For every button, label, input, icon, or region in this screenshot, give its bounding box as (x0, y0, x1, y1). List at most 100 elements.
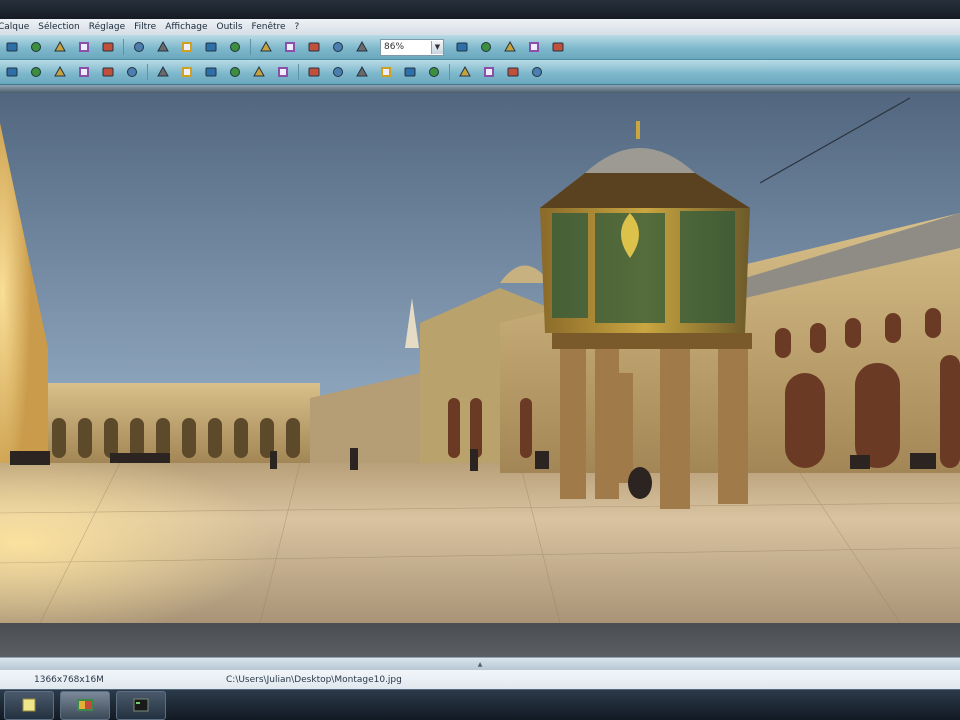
eyedropper-button[interactable] (252, 65, 266, 79)
terminal-app-icon (133, 698, 149, 712)
select-tool-button[interactable] (5, 65, 19, 79)
transform-button[interactable] (180, 65, 194, 79)
magic-wand-button[interactable] (53, 65, 67, 79)
clone-button[interactable] (204, 65, 218, 79)
magic-wand-icon (54, 66, 66, 77)
text-button[interactable] (228, 65, 242, 79)
clone-icon (205, 67, 217, 77)
print-icon (134, 42, 144, 52)
eraser-button[interactable] (331, 65, 345, 79)
toolbar-separator (123, 39, 124, 55)
fit-window-button[interactable] (503, 40, 517, 54)
save-icon (79, 42, 89, 52)
line-icon (308, 67, 320, 77)
toolbar-separator (250, 39, 251, 55)
smudge-button[interactable] (355, 65, 369, 79)
brush-button[interactable] (77, 65, 91, 79)
actual-size-button[interactable] (527, 40, 541, 54)
taskbar-notes-button[interactable] (4, 690, 54, 720)
histogram-button[interactable] (506, 65, 520, 79)
filter-icon (459, 66, 471, 77)
paste-icon (308, 42, 320, 52)
zoom-combo[interactable]: 86% ▼ (380, 38, 444, 56)
status-bar: 1366x768x16M C:\Users\Julian\Desktop\Mon… (0, 669, 960, 690)
image-canvas[interactable] (0, 93, 960, 623)
toolbar-separator (449, 64, 450, 80)
save-as-icon (102, 42, 114, 52)
os-taskbar (0, 689, 960, 720)
adjust-icon (484, 67, 494, 77)
mask-button[interactable] (427, 65, 441, 79)
save-as-button[interactable] (101, 40, 115, 54)
brush-icon (79, 67, 89, 77)
cut-button[interactable] (259, 40, 273, 54)
zoom-out-icon (481, 42, 491, 52)
fill-button[interactable] (125, 65, 139, 79)
smudge-icon (356, 66, 368, 77)
filter-button[interactable] (458, 65, 472, 79)
photo-app-icon (77, 699, 93, 711)
new-icon (333, 42, 343, 52)
zoom-in-button[interactable] (455, 40, 469, 54)
menu-calque[interactable]: Calque (0, 22, 38, 32)
crop-button[interactable] (156, 40, 170, 54)
pencil-icon (102, 67, 114, 77)
resize-button[interactable] (180, 40, 194, 54)
rotate-left-button[interactable] (204, 40, 218, 54)
toolbar-shadow (0, 85, 960, 93)
menu-bar: Calque Sélection Réglage Filtre Affichag… (0, 19, 960, 36)
eraser-icon (333, 67, 343, 77)
rotate-right-icon (230, 42, 240, 52)
fullscreen-button[interactable] (551, 40, 565, 54)
menu-selection[interactable]: Sélection (38, 22, 88, 32)
new-button[interactable] (331, 40, 345, 54)
screenshot-button[interactable] (355, 40, 369, 54)
menu-help[interactable]: ? (295, 22, 309, 32)
undo-icon (6, 42, 18, 52)
gradient-button[interactable] (156, 65, 170, 79)
fit-window-icon (504, 41, 516, 52)
color-button[interactable] (379, 65, 393, 79)
file-path: C:\Users\Julian\Desktop\Montage10.jpg (226, 675, 402, 685)
menu-reglage[interactable]: Réglage (89, 22, 134, 32)
redo-button[interactable] (29, 40, 43, 54)
line-button[interactable] (307, 65, 321, 79)
image-dimensions: 1366x768x16M (34, 675, 104, 685)
splitter-grip-icon[interactable]: ▲ (478, 661, 483, 668)
text-icon (230, 67, 240, 77)
dot-button[interactable] (276, 65, 290, 79)
chevron-down-icon[interactable]: ▼ (431, 40, 443, 54)
paste-button[interactable] (307, 40, 321, 54)
main-toolbar: 86% ▼ (0, 35, 960, 60)
print-button[interactable] (132, 40, 146, 54)
workspace-background (0, 623, 960, 657)
settings-button[interactable] (530, 65, 544, 79)
undo-button[interactable] (5, 40, 19, 54)
fill-icon (127, 67, 137, 77)
copy-button[interactable] (283, 40, 297, 54)
menu-outils[interactable]: Outils (217, 22, 252, 32)
taskbar-terminal-button[interactable] (116, 690, 166, 720)
menu-filtre[interactable]: Filtre (134, 22, 165, 32)
lasso-button[interactable] (29, 65, 43, 79)
save-button[interactable] (77, 40, 91, 54)
select-tool-icon (6, 67, 18, 77)
rotate-right-button[interactable] (228, 40, 242, 54)
redo-icon (31, 42, 41, 52)
adjust-button[interactable] (482, 65, 496, 79)
zoom-in-icon (456, 42, 468, 52)
layer-button[interactable] (403, 65, 417, 79)
zoom-out-button[interactable] (479, 40, 493, 54)
transform-icon (182, 67, 192, 77)
open-button[interactable] (53, 40, 67, 54)
copy-icon (285, 42, 295, 52)
notes-app-icon (22, 698, 36, 712)
open-icon (54, 41, 66, 52)
menu-fenetre[interactable]: Fenêtre (252, 22, 295, 32)
menu-affichage[interactable]: Affichage (165, 22, 216, 32)
pencil-button[interactable] (101, 65, 115, 79)
fullscreen-icon (552, 42, 564, 52)
settings-icon (532, 67, 542, 77)
actual-size-icon (529, 42, 539, 52)
taskbar-photo-button[interactable] (60, 690, 110, 720)
